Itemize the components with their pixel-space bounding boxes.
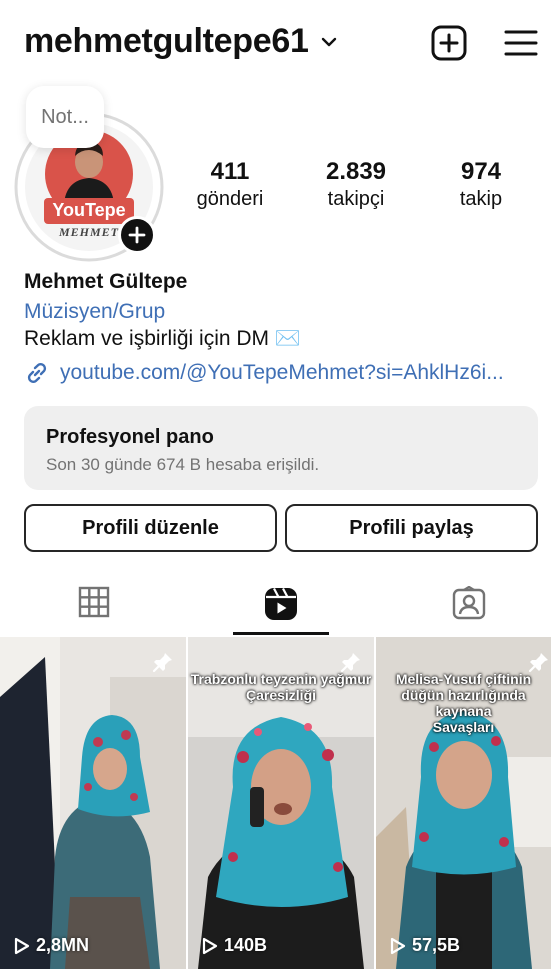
add-story-button[interactable] — [118, 216, 156, 254]
stat-value: 2.839 — [325, 158, 387, 185]
stat-label: gönderi — [196, 188, 264, 210]
dashboard-title: Profesyonel pano — [46, 426, 214, 448]
stat-followers[interactable]: 2.839 takipçi — [301, 158, 411, 211]
link-icon — [27, 363, 47, 383]
svg-text:MEHMET: MEHMET — [58, 225, 119, 239]
tab-tagged[interactable] — [421, 578, 517, 636]
play-icon — [390, 937, 406, 954]
profile-category[interactable]: Müzisyen/Grup — [24, 300, 165, 324]
tagged-icon — [452, 586, 486, 620]
active-tab-indicator — [233, 632, 329, 635]
note-bubble[interactable]: Not... — [26, 86, 104, 148]
professional-dashboard[interactable]: Profesyonel pano Son 30 günde 674 B hesa… — [24, 406, 538, 490]
profile-header: mehmetgultepe61 — [0, 0, 551, 88]
stat-following[interactable]: 974 takip — [426, 158, 536, 211]
reel-caption: Melisa-Yusuf çiftinin düğün hazırlığında… — [395, 671, 532, 735]
share-profile-button[interactable]: Profili paylaş — [285, 504, 538, 552]
pin-icon — [152, 653, 172, 673]
add-post-icon[interactable] — [430, 24, 468, 62]
bio-text: Reklam ve işbirliği için DM ✉️ — [24, 327, 302, 350]
menu-icon[interactable] — [502, 24, 540, 62]
stat-label: takip — [459, 188, 503, 210]
plus-icon — [128, 226, 146, 244]
pin-icon — [528, 653, 548, 673]
display-name: Mehmet Gültepe — [24, 270, 188, 293]
reel-caption: Trabzonlu teyzenin yağmur Çaresizliği — [190, 671, 372, 703]
reels-icon — [265, 587, 297, 620]
svg-text:YouTepe: YouTepe — [52, 200, 125, 220]
reel-item[interactable]: Trabzonlu teyzenin yağmur Çaresizliği 14… — [188, 637, 374, 969]
grid-icon — [78, 586, 110, 618]
stat-value: 411 — [210, 158, 250, 185]
pin-icon — [340, 653, 360, 673]
reel-item[interactable]: Melisa-Yusuf çiftinin düğün hazırlığında… — [376, 637, 551, 969]
stat-label: takipçi — [327, 188, 385, 210]
view-count: 57,5B — [390, 935, 460, 956]
play-icon — [202, 937, 218, 954]
view-count-text: 57,5B — [412, 935, 461, 955]
bio-link[interactable]: youtube.com/@YouTepeMehmet?si=AhklHz6i..… — [24, 360, 524, 386]
bio-link-text: youtube.com/@YouTepeMehmet?si=AhklHz6i..… — [60, 361, 504, 384]
edit-profile-button[interactable]: Profili düzenle — [24, 504, 277, 552]
view-count: 140B — [202, 935, 267, 956]
note-text: Not... — [41, 105, 89, 128]
username: mehmetgultepe61 — [24, 22, 309, 60]
reel-thumbnail — [0, 637, 186, 969]
chevron-down-icon — [321, 37, 336, 46]
reel-item[interactable]: 2,8MN — [0, 637, 186, 969]
play-icon — [14, 937, 30, 954]
view-count-text: 2,8MN — [36, 935, 90, 955]
view-count: 2,8MN — [14, 935, 89, 956]
view-count-text: 140B — [224, 935, 268, 955]
tab-reels[interactable] — [233, 578, 329, 636]
username-switcher[interactable]: mehmetgultepe61 — [24, 22, 339, 61]
reels-grid: 2,8MN Trabzonlu teyzenin yağmur Çaresizl… — [0, 637, 551, 977]
stat-posts[interactable]: 411 gönderi — [175, 158, 285, 211]
dashboard-subtitle: Son 30 günde 674 B hesaba erişildi. — [46, 455, 320, 474]
stat-value: 974 — [460, 158, 502, 185]
tab-posts[interactable] — [46, 578, 142, 636]
